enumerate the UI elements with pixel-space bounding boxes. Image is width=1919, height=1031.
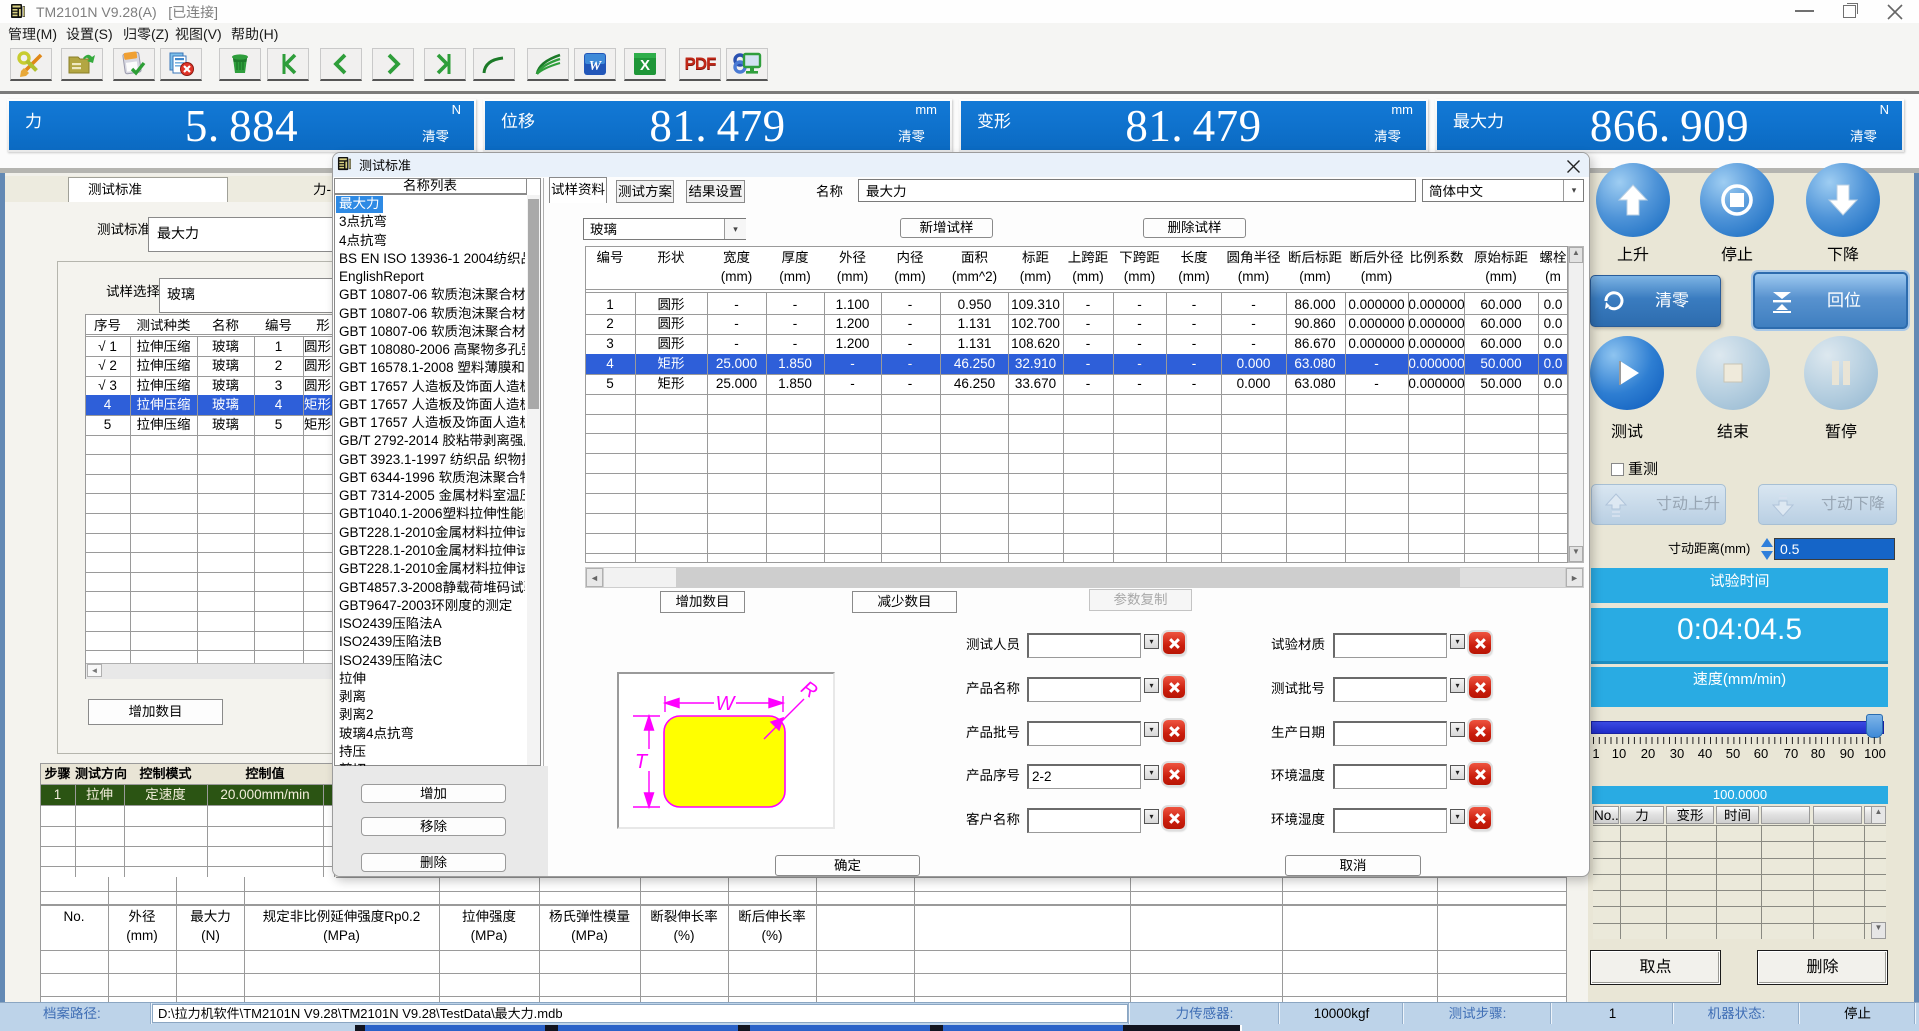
svg-text:W: W [716, 693, 737, 715]
svg-text:W: W [589, 59, 603, 74]
svg-text:T: T [635, 751, 649, 773]
svg-text:X: X [640, 57, 650, 74]
